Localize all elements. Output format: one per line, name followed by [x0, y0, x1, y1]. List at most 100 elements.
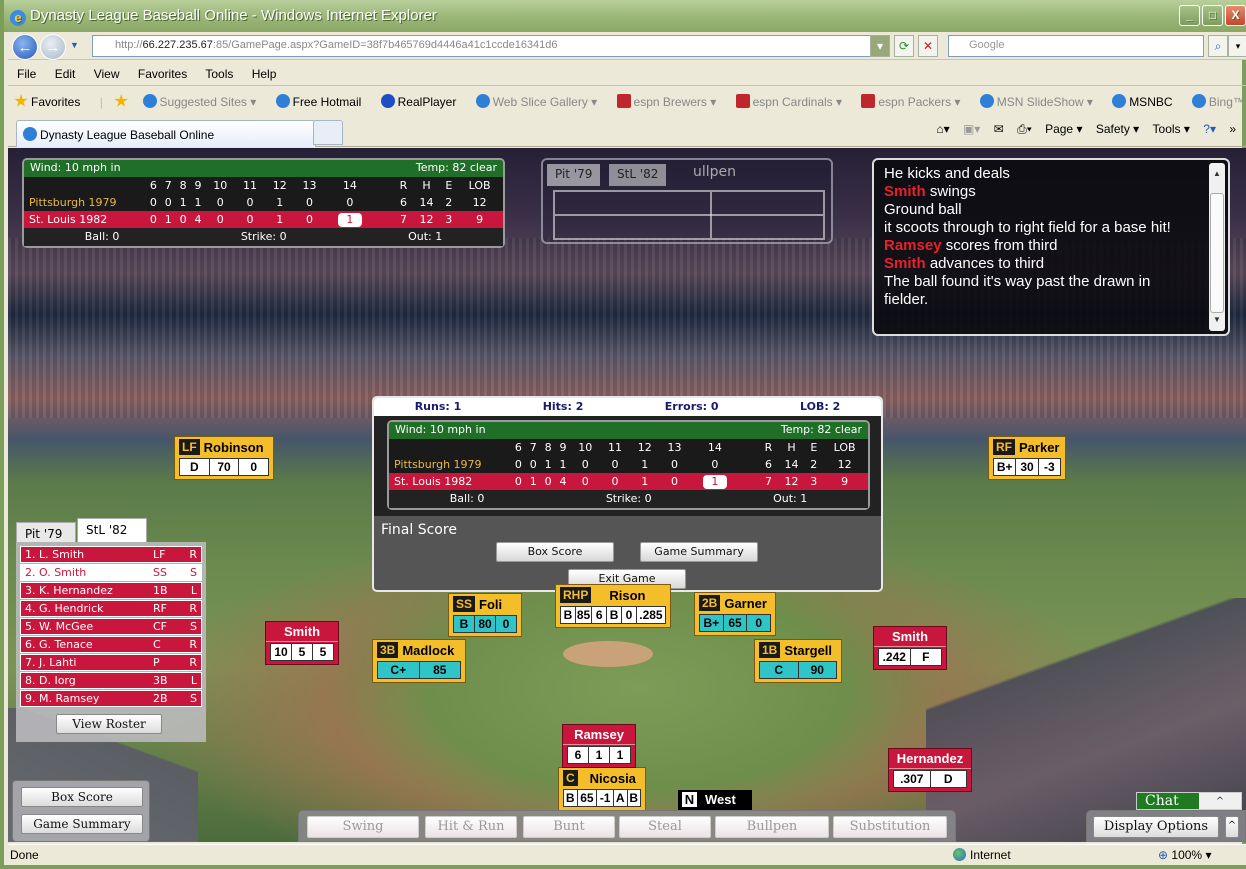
scroll-thumb[interactable] [1210, 193, 1224, 313]
display-options-expand-icon[interactable]: ^ [1225, 816, 1239, 838]
chat-expand-icon[interactable]: ^ [1199, 793, 1241, 809]
fielder-card-2b[interactable]: 2B Garner B+ 65 0 [694, 592, 776, 636]
search-icon[interactable]: ⌕ [1208, 35, 1228, 57]
scroll-up-icon[interactable]: ▲ [1209, 165, 1225, 183]
star-icon [14, 94, 28, 107]
pbp-scrollbar[interactable]: ▲ ▼ [1209, 163, 1225, 331]
player-name: Ramsey [563, 725, 635, 745]
bullpen-button[interactable]: Bullpen [715, 816, 829, 838]
fav-suggested-sites[interactable]: Suggested Sites ▾ [142, 94, 265, 109]
modal-game-summary-button[interactable]: Game Summary [640, 542, 758, 562]
fielder-card-catcher[interactable]: C Nicosia B 65 -1 A B [558, 767, 646, 811]
lineup-row[interactable]: 9. M. Ramsey 2B S [20, 690, 202, 707]
fav-web-slice-gallery[interactable]: Web Slice Gallery ▾ [475, 94, 606, 109]
swing-button[interactable]: Swing [307, 816, 419, 838]
hit-and-run-button[interactable]: Hit & Run [425, 816, 517, 838]
page-menu[interactable]: Page ▾ [1045, 122, 1082, 136]
lineup-list: 1. L. Smith LF R 2. O. Smith SS S 3. K. Hern… [16, 542, 206, 742]
fav-bing-traffic[interactable]: Bing™ Traffic ▾ [1191, 94, 1246, 109]
fav-msn-slideshow[interactable]: MSN SlideShow ▾ [979, 94, 1101, 109]
runner-card-home[interactable]: Ramsey 611 [562, 724, 636, 768]
display-options-button[interactable]: Display Options [1093, 816, 1219, 838]
scroll-down-icon[interactable]: ▼ [1209, 311, 1225, 329]
chat-toggle[interactable]: Chat ^ [1136, 792, 1242, 810]
home-icon[interactable]: ⌂▾ [936, 122, 949, 136]
globe-icon [953, 848, 966, 861]
total-lob: 9 [476, 213, 484, 226]
menu-help[interactable]: Help [252, 67, 277, 81]
back-button[interactable]: ← [12, 34, 38, 60]
lineup-row[interactable]: 1. L. Smith LF R [20, 546, 202, 563]
lineup-row[interactable]: 3. K. Hernandez 1B L [20, 582, 202, 599]
lineup-tab-stl[interactable]: StL '82 [77, 518, 147, 542]
menu-tools[interactable]: Tools [205, 67, 233, 81]
inning-header: 14 [342, 179, 357, 192]
lineup-row[interactable]: 6. G. Tenace C R [20, 636, 202, 653]
fav-espn-brewers[interactable]: espn Brewers ▾ [616, 94, 725, 109]
maximize-button[interactable]: □ [1202, 5, 1223, 26]
tools-menu[interactable]: Tools ▾ [1153, 122, 1190, 136]
lineup-tab-pit[interactable]: Pit '79 [16, 522, 76, 542]
inning-score: 1 [276, 213, 284, 226]
fielder-card-rf[interactable]: RF Parker B+ 30 -3 [988, 436, 1066, 480]
box-score-button[interactable]: Box Score [21, 787, 143, 807]
compass-indicator: N West [678, 790, 752, 810]
lineup-row[interactable]: 5. W. McGee CF S [20, 618, 202, 635]
add-favorite-icon[interactable] [114, 94, 131, 109]
stop-icon[interactable]: ✕ [918, 35, 938, 57]
fav-espn-packers[interactable]: espn Packers ▾ [861, 94, 968, 109]
close-button[interactable]: X [1225, 5, 1246, 26]
batter-card[interactable]: Hernandez .307 D [888, 748, 972, 792]
lineup-row[interactable]: 4. G. Hendrick RF R [20, 600, 202, 617]
menu-edit[interactable]: Edit [55, 67, 76, 81]
tab-dynasty-league[interactable]: Dynasty League Baseball Online [16, 120, 316, 147]
fielder-card-pitcher[interactable]: RHP Rison B 85 6 B 0.285 [555, 584, 671, 628]
new-tab-button[interactable] [313, 120, 343, 145]
runner-card-first[interactable]: Smith .242 F [873, 626, 947, 670]
lineup-row[interactable]: 8. D. Iorg 3B L [20, 672, 202, 689]
fav-realplayer[interactable]: RealPlayer [380, 94, 465, 109]
lineup-row-selected[interactable]: 2. O. Smith SS S [20, 564, 202, 581]
lineup-row[interactable]: 7. J. Lahti P R [20, 654, 202, 671]
pbp-line: The ball found it's way past the drawn i… [884, 273, 1151, 308]
fav-espn-cardinals[interactable]: espn Cardinals ▾ [735, 94, 850, 109]
total-runs: 6 [764, 458, 772, 471]
zoom-level[interactable]: ⊕ 100% ▾ [1158, 848, 1211, 862]
mail-icon[interactable]: ✉ [994, 122, 1004, 136]
bullpen-tab-pit[interactable]: Pit '79 [547, 164, 601, 186]
help-icon[interactable]: ?▾ [1203, 122, 1216, 136]
substitution-button[interactable]: Substitution [833, 816, 947, 838]
steal-button[interactable]: Steal [619, 816, 711, 838]
more-chevron-icon[interactable]: » [1229, 122, 1236, 136]
minimize-button[interactable]: _ [1179, 5, 1200, 26]
print-icon[interactable]: ⎙▾ [1017, 122, 1032, 136]
fielder-card-3b[interactable]: 3B Madlock C+ 85 [372, 639, 466, 683]
inning-score: 0 [346, 196, 354, 209]
bunt-button[interactable]: Bunt [523, 816, 615, 838]
rating: 6 [592, 607, 608, 623]
search-input[interactable]: Google [948, 35, 1204, 57]
fav-free-hotmail[interactable]: Free Hotmail [275, 94, 370, 109]
address-dropdown-icon[interactable]: ▾ [870, 35, 890, 57]
search-options-icon[interactable]: ▾ [1228, 35, 1246, 57]
menu-file[interactable]: File [17, 67, 36, 81]
favorites-button[interactable]: Favorites [14, 94, 88, 109]
modal-box-score-button[interactable]: Box Score [496, 542, 614, 562]
menu-favorites[interactable]: Favorites [138, 67, 187, 81]
fielder-card-ss[interactable]: SS Foli B 80 0 [448, 593, 522, 637]
bullpen-tab-stl[interactable]: StL '82 [609, 164, 667, 186]
runner-card-third[interactable]: Smith 10 5 5 [265, 621, 339, 665]
address-input[interactable]: http://66.227.235.67:85/GamePage.aspx?Ga… [92, 35, 882, 57]
game-summary-button[interactable]: Game Summary [21, 814, 143, 834]
forward-button[interactable]: → [40, 34, 66, 60]
feeds-icon[interactable]: ▣▾ [963, 122, 980, 136]
safety-menu[interactable]: Safety ▾ [1096, 122, 1139, 136]
fielder-card-lf[interactable]: LF Robinson D 70 0 [174, 436, 274, 480]
refresh-icon[interactable]: ⟳ [894, 35, 914, 57]
fielder-card-1b[interactable]: 1B Stargell C 90 [754, 639, 842, 683]
fav-msnbc[interactable]: MSNBC [1112, 94, 1180, 109]
view-roster-button[interactable]: View Roster [56, 714, 162, 734]
menu-view[interactable]: View [94, 67, 120, 81]
history-dropdown-icon[interactable]: ▼ [70, 40, 79, 50]
total-errors: 3 [810, 475, 818, 488]
